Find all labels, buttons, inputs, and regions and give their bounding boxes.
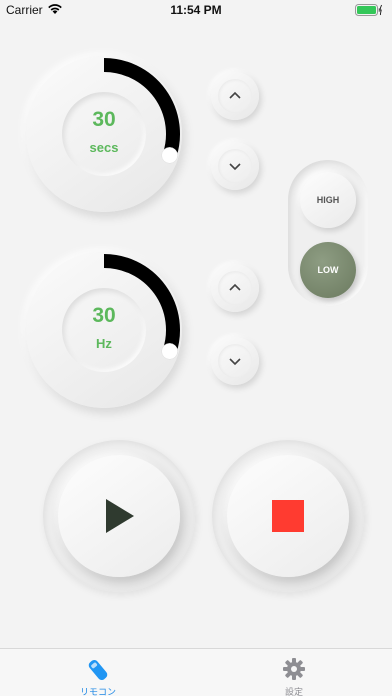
- frequency-knob: [161, 343, 178, 360]
- timer-knob: [161, 147, 178, 164]
- chevron-down-icon: [229, 163, 241, 171]
- status-bar: Carrier 11:54 PM: [0, 0, 392, 20]
- chevron-up-icon: [229, 283, 241, 291]
- frequency-up-button[interactable]: [211, 264, 259, 312]
- frequency-down-button[interactable]: [211, 337, 259, 385]
- frequency-unit: Hz: [96, 336, 112, 351]
- chevron-up-icon: [229, 91, 241, 99]
- tab-remote[interactable]: リモコン: [0, 649, 196, 696]
- frequency-dial[interactable]: 30 Hz: [26, 252, 182, 408]
- high-button[interactable]: HIGH: [300, 172, 356, 228]
- intensity-selector: HIGH LOW: [288, 160, 368, 306]
- play-button[interactable]: [43, 440, 195, 592]
- tab-remote-label: リモコン: [79, 687, 116, 696]
- timer-unit: secs: [89, 140, 119, 155]
- frequency-value: 30: [92, 304, 116, 327]
- chevron-down-icon: [229, 358, 241, 366]
- clock: 11:54 PM: [170, 3, 222, 17]
- remote-icon: [88, 659, 108, 681]
- timer-up-button[interactable]: [211, 72, 259, 120]
- gear-icon: [283, 658, 305, 680]
- tab-bar: リモコン 設定: [0, 648, 392, 696]
- tab-settings[interactable]: 設定: [196, 649, 392, 696]
- timer-dial[interactable]: 30 secs: [26, 56, 182, 212]
- stop-icon: [272, 500, 304, 532]
- timer-dial-center: 30 secs: [62, 92, 146, 176]
- timer-value: 30: [92, 108, 116, 131]
- battery-icon: [355, 4, 382, 19]
- stop-button[interactable]: [212, 440, 364, 592]
- frequency-dial-center: 30 Hz: [62, 288, 146, 372]
- low-button[interactable]: LOW: [300, 242, 356, 298]
- timer-down-button[interactable]: [211, 142, 259, 190]
- tab-settings-label: 設定: [284, 687, 303, 696]
- play-icon: [106, 499, 134, 533]
